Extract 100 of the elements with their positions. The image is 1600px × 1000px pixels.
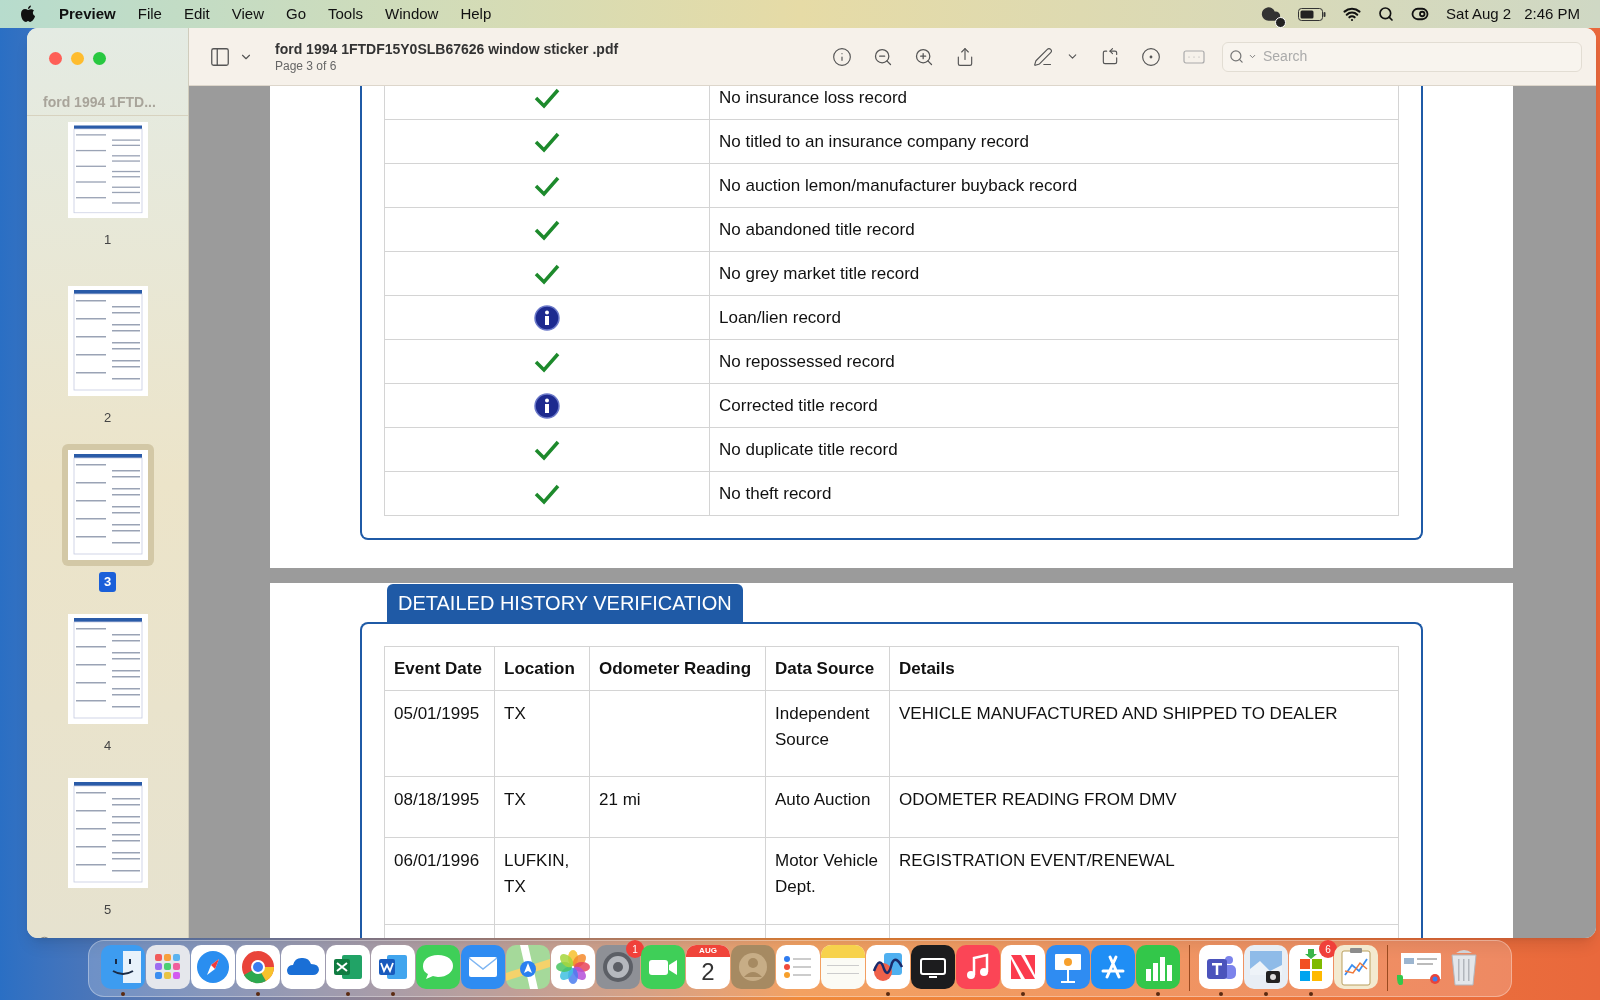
map-icon[interactable] [506, 945, 550, 989]
running-indicator [1309, 992, 1313, 996]
page-thumbnail[interactable] [67, 614, 148, 724]
search-icon[interactable] [1378, 6, 1395, 22]
rotate-icon[interactable] [1100, 46, 1120, 67]
flower-icon[interactable] [551, 945, 595, 989]
clipboard-chart-icon[interactable] [1334, 945, 1378, 989]
round-logo-icon[interactable] [236, 945, 280, 989]
zoom-in-icon[interactable] [914, 46, 934, 67]
close-button[interactable] [49, 51, 62, 65]
page-number: 3 [98, 572, 117, 592]
chat-team-icon[interactable] [1199, 945, 1243, 989]
table-cell: Motor Vehicle Dept. [766, 838, 890, 925]
page-thumbnail-frame[interactable] [61, 444, 154, 566]
page-number: 2 [102, 409, 113, 427]
menu-app-name[interactable]: Preview [59, 2, 116, 26]
scribble-icon[interactable] [866, 945, 910, 989]
search-icon [1229, 49, 1244, 64]
running-indicator [391, 992, 395, 996]
control-center-icon[interactable] [1411, 5, 1430, 23]
column-header: Details [890, 647, 1399, 691]
share-icon[interactable] [955, 46, 975, 67]
column-header: Event Date [385, 647, 495, 691]
calendar-day: 2 [701, 957, 715, 987]
table-cell: 05/01/1995 [385, 691, 495, 777]
page-thumbnail[interactable] [67, 778, 148, 888]
page-indicator: Page 3 of 6 [275, 57, 338, 74]
section-heading: DETAILED HISTORY VERIFICATION [387, 584, 743, 622]
gear-icon[interactable] [596, 945, 640, 989]
menu-item[interactable]: File [137, 2, 162, 26]
table-cell: 08/18/1995 [385, 777, 495, 838]
smiling-face-icon[interactable] [101, 945, 145, 989]
podium-icon[interactable] [1046, 945, 1090, 989]
bar-chart-icon[interactable] [1136, 945, 1180, 989]
check-icon [534, 438, 560, 461]
tv-icon[interactable] [911, 945, 955, 989]
info-icon[interactable] [832, 46, 852, 67]
sidebar-title: ford 1994 1FTD... [27, 88, 188, 116]
check-icon [534, 218, 560, 241]
page-thumbnail[interactable] [67, 286, 148, 396]
running-indicator [1156, 992, 1160, 996]
table-cell: No abandoned title record [710, 208, 1399, 252]
running-indicator [121, 992, 125, 996]
table-cell: Auto Auction [766, 777, 890, 838]
spreadsheet-icon[interactable] [326, 945, 370, 989]
menu-item[interactable]: View [231, 2, 264, 26]
video-camera-icon[interactable] [641, 945, 685, 989]
page-thumbnail[interactable] [67, 122, 148, 218]
apple-logo-icon[interactable] [20, 5, 36, 23]
cloud-icon[interactable] [281, 945, 325, 989]
check-icon [534, 350, 560, 373]
column-header: Odometer Reading [590, 647, 766, 691]
notification-badge: 6 [1319, 940, 1337, 958]
newspaper-icon[interactable] [1001, 945, 1045, 989]
table-cell: LUFKIN, TX [495, 838, 590, 925]
markup-icon[interactable] [1141, 46, 1161, 67]
table-cell: REGISTRATION EVENT/RENEWAL [890, 838, 1399, 925]
battery-icon[interactable] [1298, 7, 1327, 21]
table-cell: 06/01/1996 [385, 838, 495, 925]
table-cell: No grey market title record [710, 252, 1399, 296]
table-cell: 21 mi [590, 777, 766, 838]
check-icon [534, 482, 560, 505]
menu-time[interactable]: 2:46 PM [1524, 2, 1580, 26]
calendar-icon[interactable]: AUG 2 [686, 945, 730, 989]
window-title: ford 1994 1FTDF15Y0SLB67626 window sticker .pdf [275, 39, 619, 58]
page-number: 4 [102, 737, 113, 755]
page-thumbnail[interactable] [67, 450, 148, 560]
envelope-icon[interactable] [461, 945, 505, 989]
info-icon [534, 304, 560, 331]
running-indicator [886, 992, 890, 996]
compass-icon[interactable] [191, 945, 235, 989]
table-cell: ODOMETER READING FROM DMV [890, 777, 1399, 838]
photo-viewer-icon[interactable] [1244, 945, 1288, 989]
chevron-down-icon [1248, 52, 1257, 61]
wifi-icon[interactable] [1343, 5, 1362, 23]
zoom-out-icon[interactable] [873, 46, 893, 67]
menu-item[interactable]: Tools [328, 2, 364, 26]
check-icon [534, 86, 560, 109]
menu-item[interactable]: Edit [183, 2, 210, 26]
check-icon [534, 262, 560, 285]
table-cell: TX [495, 777, 590, 838]
list-icon[interactable] [776, 945, 820, 989]
table-cell: No repossessed record [710, 340, 1399, 384]
document-icon[interactable] [371, 945, 415, 989]
menu-item[interactable]: Go [286, 2, 306, 26]
four-squares-icon[interactable] [1289, 945, 1333, 989]
table-cell: Loan/lien record [710, 296, 1399, 340]
pen-icon[interactable] [1033, 46, 1053, 67]
app-store-icon[interactable] [1091, 945, 1135, 989]
info-icon [534, 392, 560, 419]
table-cell: Corrected title record [710, 384, 1399, 428]
check-icon [534, 174, 560, 197]
table-cell: No duplicate title record [710, 428, 1399, 472]
menu-date[interactable]: Sat Aug 2 [1446, 2, 1512, 26]
running-indicator [1021, 992, 1025, 996]
menu-item[interactable]: Help [460, 2, 492, 26]
running-indicator [1264, 992, 1268, 996]
column-header: Location [495, 647, 590, 691]
menu-item[interactable]: Window [385, 2, 439, 26]
sidebar-toggle-icon[interactable] [209, 45, 231, 68]
